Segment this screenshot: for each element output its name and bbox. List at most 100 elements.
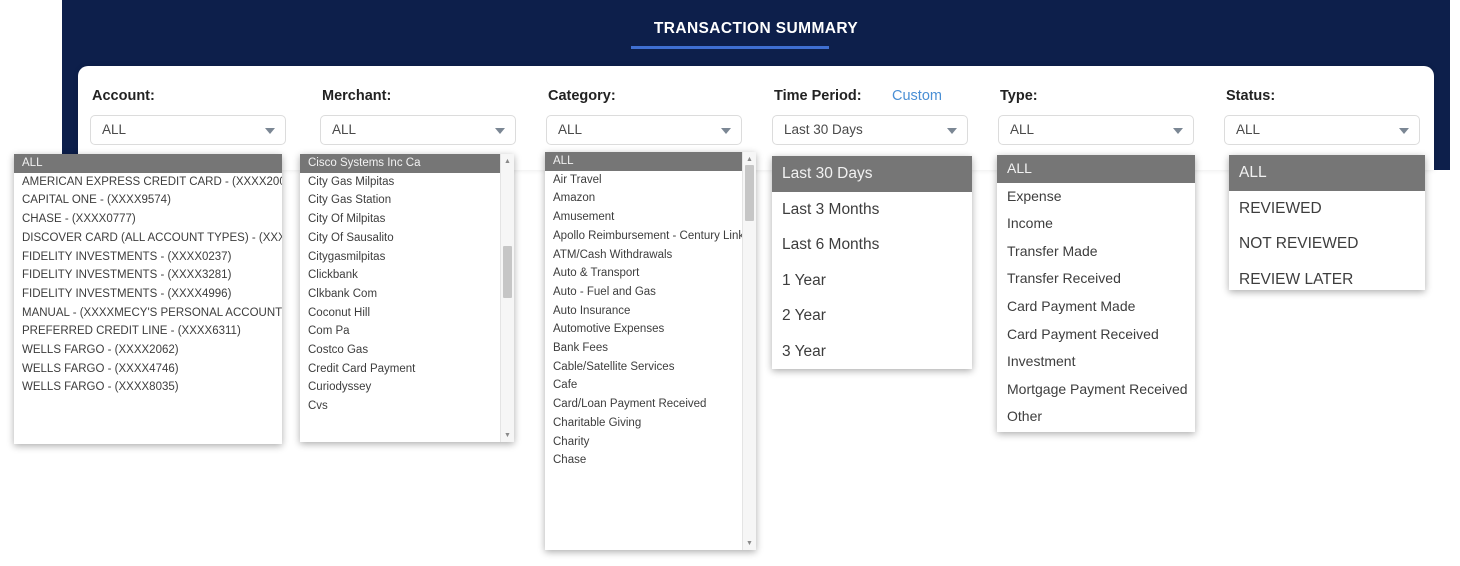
dropdown-option[interactable]: AMERICAN EXPRESS CREDIT CARD - (XXXX2006… <box>14 173 282 192</box>
scroll-up-arrow-icon[interactable]: ▲ <box>501 155 514 167</box>
category-select[interactable]: ALL <box>546 115 742 145</box>
time-period-dropdown-list[interactable]: Last 30 Days Last 3 Months Last 6 Months 1 … <box>772 156 972 369</box>
dropdown-option[interactable]: Transfer Made <box>997 238 1195 266</box>
account-dropdown-list[interactable]: ALL AMERICAN EXPRESS CREDIT CARD - (XXXX2… <box>14 154 282 444</box>
dropdown-option[interactable]: WELLS FARGO - (XXXX8035) <box>14 378 282 397</box>
dropdown-option[interactable]: Chase <box>545 451 756 470</box>
type-select[interactable]: ALL <box>998 115 1194 145</box>
dropdown-option[interactable]: Air Travel <box>545 171 756 190</box>
dropdown-option[interactable]: FIDELITY INVESTMENTS - (XXXX3281) <box>14 266 282 285</box>
dropdown-option[interactable]: Transfer Received <box>997 265 1195 293</box>
dropdown-option[interactable]: City Of Milpitas <box>300 210 514 229</box>
dropdown-option[interactable]: Card Payment Received <box>997 321 1195 349</box>
dropdown-option[interactable]: WELLS FARGO - (XXXX4746) <box>14 360 282 379</box>
dropdown-option[interactable]: Amazon <box>545 189 756 208</box>
merchant-scrollbar-thumb[interactable] <box>503 246 512 298</box>
dropdown-option[interactable]: NOT REVIEWED <box>1229 226 1425 262</box>
filter-status: Status: ALL <box>1224 88 1420 145</box>
dropdown-option[interactable]: PREFERRED CREDIT LINE - (XXXX6311) <box>14 322 282 341</box>
dropdown-option[interactable]: Auto & Transport <box>545 264 756 283</box>
account-select[interactable]: ALL <box>90 115 286 145</box>
custom-date-link[interactable]: Custom <box>892 88 942 104</box>
dropdown-option[interactable]: Coconut Hill <box>300 304 514 323</box>
dropdown-option[interactable]: Cable/Satellite Services <box>545 358 756 377</box>
dropdown-option[interactable]: Mortgage Payment Received <box>997 376 1195 404</box>
dropdown-option[interactable]: Citygasmilpitas <box>300 248 514 267</box>
chevron-down-icon[interactable] <box>947 128 957 134</box>
chevron-down-icon[interactable] <box>1399 128 1409 134</box>
dropdown-option[interactable]: ALL <box>1229 155 1425 191</box>
dropdown-option[interactable]: 2 Year <box>772 298 972 334</box>
dropdown-option[interactable]: City Gas Milpitas <box>300 173 514 192</box>
type-label: Type: <box>1000 88 1038 104</box>
dropdown-option[interactable]: Last 3 Months <box>772 192 972 228</box>
dropdown-option[interactable]: ALL <box>14 154 282 173</box>
dropdown-option[interactable]: ATM/Cash Withdrawals <box>545 246 756 265</box>
dropdown-option[interactable]: Last 30 Days <box>772 156 972 192</box>
dropdown-option[interactable]: ALL <box>997 155 1195 183</box>
category-list-scrollbar[interactable]: ▲ ▼ <box>742 152 756 550</box>
category-select-value: ALL <box>558 122 583 137</box>
dropdown-option[interactable]: FIDELITY INVESTMENTS - (XXXX4996) <box>14 285 282 304</box>
chevron-down-icon[interactable] <box>721 128 731 134</box>
time-period-label-text: Time Period: <box>774 88 862 104</box>
dropdown-option[interactable]: Charitable Giving <box>545 414 756 433</box>
category-scrollbar-thumb[interactable] <box>745 165 754 221</box>
dropdown-option[interactable]: CHASE - (XXXX0777) <box>14 210 282 229</box>
type-dropdown-list[interactable]: ALL Expense Income Transfer Made Transfer Re… <box>997 155 1195 432</box>
dropdown-option[interactable]: 1 Year <box>772 263 972 299</box>
dropdown-option[interactable]: City Gas Station <box>300 191 514 210</box>
dropdown-option[interactable]: ALL <box>545 152 756 171</box>
dropdown-option[interactable]: FIDELITY INVESTMENTS - (XXXX0237) <box>14 248 282 267</box>
dropdown-option[interactable]: Cvs <box>300 397 514 416</box>
dropdown-option[interactable]: Cisco Systems Inc Ca <box>300 154 514 173</box>
dropdown-option[interactable]: Clkbank Com <box>300 285 514 304</box>
dropdown-option[interactable]: Com Pa <box>300 322 514 341</box>
merchant-list-scrollbar[interactable]: ▲ ▼ <box>500 154 514 442</box>
time-period-option-list: Last 30 Days Last 3 Months Last 6 Months 1 … <box>772 156 972 369</box>
chevron-down-icon[interactable] <box>265 128 275 134</box>
status-select[interactable]: ALL <box>1224 115 1420 145</box>
chevron-down-icon[interactable] <box>495 128 505 134</box>
chevron-down-icon[interactable] <box>1173 128 1183 134</box>
scroll-down-arrow-icon[interactable]: ▼ <box>501 429 514 441</box>
dropdown-option[interactable]: REVIEWED <box>1229 191 1425 227</box>
dropdown-option[interactable]: Last 6 Months <box>772 227 972 263</box>
dropdown-option[interactable]: WELLS FARGO - (XXXX2062) <box>14 341 282 360</box>
dropdown-option[interactable]: Bank Fees <box>545 339 756 358</box>
dropdown-option[interactable]: Clickbank <box>300 266 514 285</box>
dropdown-option[interactable]: MANUAL - (XXXXMECY'S PERSONAL ACCOUNT) <box>14 304 282 323</box>
status-dropdown-list[interactable]: ALL REVIEWED NOT REVIEWED REVIEW LATER <box>1229 155 1425 290</box>
scroll-down-arrow-icon[interactable]: ▼ <box>743 537 756 549</box>
dropdown-option[interactable]: Other <box>997 403 1195 431</box>
dropdown-option[interactable]: CAPITAL ONE - (XXXX9574) <box>14 191 282 210</box>
category-option-list: ALL Air Travel Amazon Amusement Apollo Reimb… <box>545 152 756 470</box>
dropdown-option[interactable]: Auto - Fuel and Gas <box>545 283 756 302</box>
filter-merchant: Merchant: ALL <box>320 88 516 145</box>
dropdown-option[interactable]: Card Payment Made <box>997 293 1195 321</box>
dropdown-option[interactable]: Charity <box>545 433 756 452</box>
dropdown-option[interactable]: Investment <box>997 348 1195 376</box>
merchant-select[interactable]: ALL <box>320 115 516 145</box>
dropdown-option[interactable]: Automotive Expenses <box>545 320 756 339</box>
dropdown-option[interactable]: REVIEW LATER <box>1229 262 1425 291</box>
time-period-label: Time Period: Custom <box>774 88 968 104</box>
dropdown-option[interactable]: Card/Loan Payment Received <box>545 395 756 414</box>
scroll-up-arrow-icon[interactable]: ▲ <box>743 153 756 165</box>
merchant-dropdown-list[interactable]: Cisco Systems Inc Ca City Gas Milpitas Cit… <box>300 154 514 442</box>
dropdown-option[interactable]: Credit Card Payment <box>300 360 514 379</box>
dropdown-option[interactable]: 3 Year <box>772 334 972 370</box>
dropdown-option[interactable]: Auto Insurance <box>545 302 756 321</box>
dropdown-option[interactable]: Curiodyssey <box>300 378 514 397</box>
dropdown-option[interactable]: Cafe <box>545 376 756 395</box>
dropdown-option[interactable]: City Of Sausalito <box>300 229 514 248</box>
category-dropdown-list[interactable]: ALL Air Travel Amazon Amusement Apollo Reimb… <box>545 152 756 550</box>
dropdown-option[interactable]: Costco Gas <box>300 341 514 360</box>
dropdown-option[interactable]: Amusement <box>545 208 756 227</box>
dropdown-option[interactable]: Expense <box>997 183 1195 211</box>
filter-type: Type: ALL <box>998 88 1194 145</box>
dropdown-option[interactable]: DISCOVER CARD (ALL ACCOUNT TYPES) - (XXX… <box>14 229 282 248</box>
dropdown-option[interactable]: Income <box>997 210 1195 238</box>
time-period-select[interactable]: Last 30 Days <box>772 115 968 145</box>
dropdown-option[interactable]: Apollo Reimbursement - Century Link <box>545 227 756 246</box>
